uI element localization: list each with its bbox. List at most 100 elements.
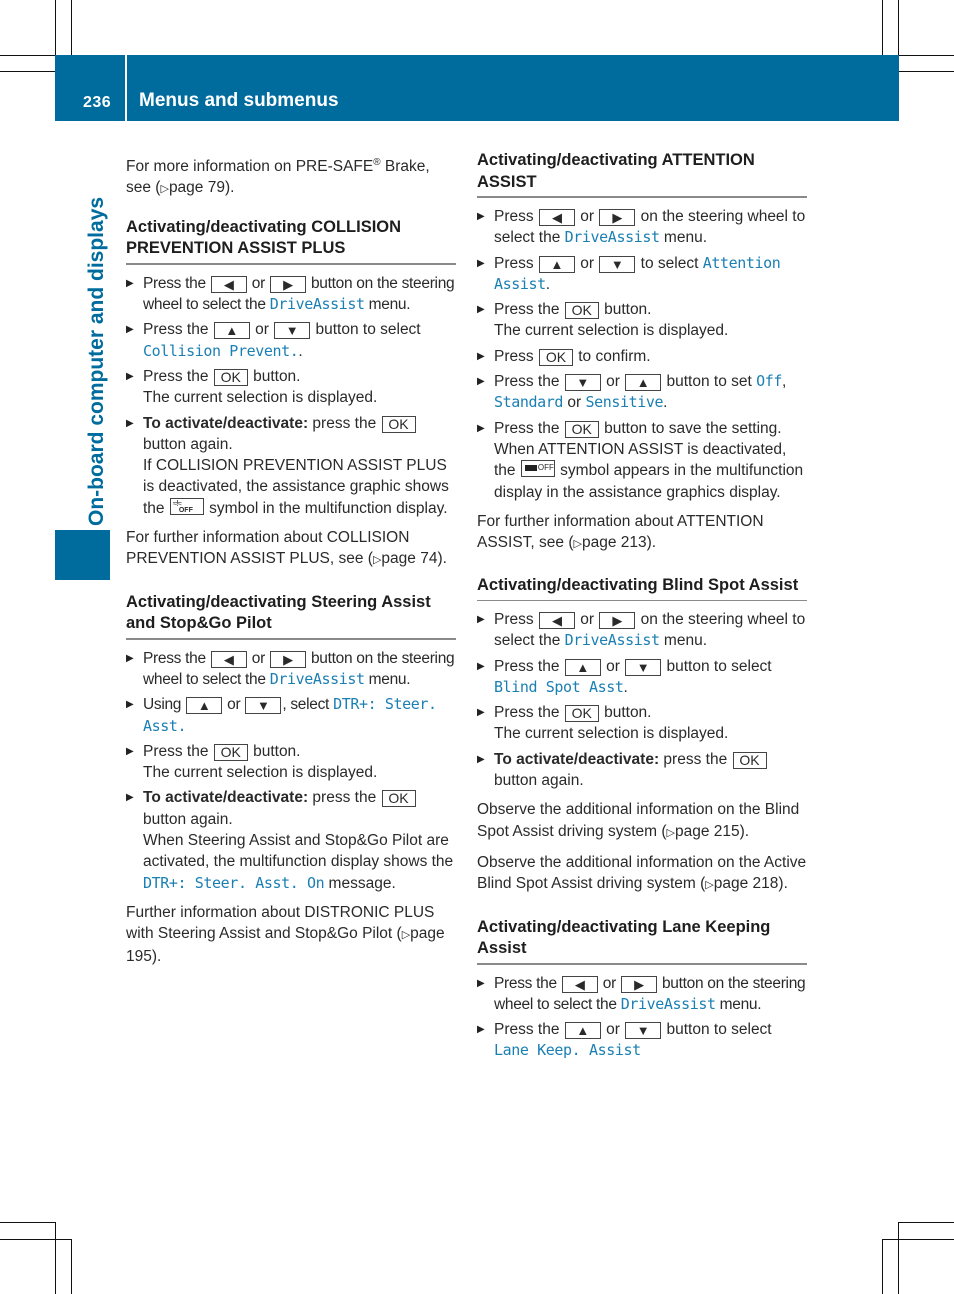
menu-name: DriveAssist <box>269 669 365 688</box>
step-item: Press ▲ or ▼ to select Attention Assist. <box>477 253 807 296</box>
down-arrow-key-icon: ▼ <box>245 697 282 715</box>
menu-name: DriveAssist <box>269 295 365 314</box>
right-arrow-key-icon: ▶ <box>599 611 636 629</box>
step-item: Press the ▲ or ▼ button to select Lane K… <box>477 1019 807 1062</box>
left-arrow-key-icon: ◀ <box>210 650 247 668</box>
menu-item-name: Collision Prevent. <box>143 341 299 360</box>
step-item: To activate/deactivate: press the OK but… <box>477 749 807 792</box>
step-item: Press the OK button to save the setting.… <box>477 418 807 503</box>
right-arrow-key-icon: ▶ <box>620 975 657 993</box>
crop-mark <box>898 1222 954 1223</box>
up-arrow-key-icon: ▲ <box>564 1022 601 1040</box>
down-arrow-key-icon: ▼ <box>625 1022 662 1040</box>
crop-mark <box>71 0 72 55</box>
crop-mark <box>882 1239 954 1240</box>
further-info-note: Observe the additional information on th… <box>477 852 807 897</box>
page-reference-link[interactable]: page 79 <box>160 179 225 196</box>
ok-key-icon: OK <box>381 790 416 808</box>
up-arrow-key-icon: ▲ <box>625 374 662 392</box>
crop-mark <box>898 71 954 72</box>
further-info-note: Further information about DISTRONIC PLUS… <box>126 902 456 968</box>
step-item: Press the OK button.The current selectio… <box>126 741 456 784</box>
ok-key-icon: OK <box>213 743 248 761</box>
menu-name: DriveAssist <box>620 994 716 1013</box>
crop-mark <box>0 1239 71 1240</box>
section-heading: Activating/deactivating Blind Spot Assis… <box>477 575 807 601</box>
crop-mark <box>882 0 883 55</box>
further-info-note: Observe the additional information on th… <box>477 799 807 844</box>
step-item: Press the OK button.The current selectio… <box>126 366 456 409</box>
down-arrow-key-icon: ▼ <box>564 374 601 392</box>
attention-assist-off-icon: OFF <box>520 460 555 478</box>
crop-mark <box>0 71 55 72</box>
section-steering-assist: Activating/deactivating Steering Assist … <box>126 592 456 968</box>
step-item: Press the ◀ or ▶ button on the steering … <box>477 973 807 1016</box>
crop-mark <box>0 55 55 56</box>
step-item: Press ◀ or ▶ on the steering wheel to se… <box>477 609 807 652</box>
section-blind-spot-assist: Activating/deactivating Blind Spot Assis… <box>477 575 807 896</box>
crop-mark <box>0 1222 55 1223</box>
up-arrow-key-icon: ▲ <box>538 255 575 273</box>
setting-option: Sensitive <box>585 393 664 412</box>
left-arrow-key-icon: ◀ <box>210 275 247 293</box>
ok-key-icon: OK <box>732 751 767 769</box>
step-item: Press the ▼ or ▲ button to set Off, Stan… <box>477 371 807 414</box>
step-item: To activate/deactivate: press the OK but… <box>126 787 456 893</box>
ok-key-icon: OK <box>564 705 599 723</box>
up-arrow-key-icon: ▲ <box>186 697 223 715</box>
crop-mark <box>898 55 954 56</box>
left-column: For more information on PRE-SAFE® Brake,… <box>126 152 456 976</box>
page-reference-link[interactable]: page 215 <box>667 823 740 840</box>
ok-key-icon: OK <box>213 368 248 386</box>
section-heading: Activating/deactivating ATTENTION ASSIST <box>477 150 807 198</box>
left-arrow-key-icon: ◀ <box>538 611 575 629</box>
right-arrow-key-icon: ▶ <box>269 275 306 293</box>
crop-mark <box>55 0 56 55</box>
pre-safe-note: For more information on PRE-SAFE® Brake,… <box>126 152 456 201</box>
section-collision-prevention: Activating/deactivating COLLISION PREVEN… <box>126 217 456 572</box>
ok-key-icon: OK <box>564 302 599 320</box>
collision-prevention-off-icon: ≈!≈ OFF <box>169 497 204 515</box>
section-attention-assist: Activating/deactivating ATTENTION ASSIST… <box>477 150 807 555</box>
display-message: DTR+: Steer. Asst. On <box>143 873 325 892</box>
down-arrow-key-icon: ▼ <box>599 255 636 273</box>
further-info-note: For further information about COLLISION … <box>126 527 456 572</box>
right-arrow-key-icon: ▶ <box>599 209 636 226</box>
section-heading: Activating/deactivating Lane Keeping Ass… <box>477 917 807 965</box>
menu-item-name: Lane Keep. Assist <box>494 1041 641 1060</box>
left-arrow-key-icon: ◀ <box>538 209 575 226</box>
section-heading: Activating/deactivating COLLISION PREVEN… <box>126 217 456 265</box>
crop-mark <box>71 1239 72 1294</box>
step-item: Using ▲ or ▼, select DTR+: Steer. Asst. <box>126 694 456 737</box>
crop-mark <box>898 1222 899 1294</box>
menu-name: DriveAssist <box>564 228 660 247</box>
down-arrow-key-icon: ▼ <box>274 322 311 340</box>
page-reference-link[interactable]: page 218 <box>705 875 778 892</box>
up-arrow-key-icon: ▲ <box>213 322 250 340</box>
page-reference-link[interactable]: page 74 <box>373 550 438 567</box>
step-item: Press OK to confirm. <box>477 346 807 367</box>
ok-key-icon: OK <box>538 348 573 366</box>
crop-mark <box>882 1239 883 1294</box>
step-item: Press the ◀ or ▶ button on the steering … <box>126 648 456 691</box>
ok-key-icon: OK <box>564 420 599 438</box>
section-lane-keeping-assist: Activating/deactivating Lane Keeping Ass… <box>477 917 807 1062</box>
right-arrow-key-icon: ▶ <box>269 650 306 668</box>
right-column: Activating/deactivating ATTENTION ASSIST… <box>477 150 807 1070</box>
left-arrow-key-icon: ◀ <box>561 975 598 993</box>
setting-option: Off <box>756 372 783 391</box>
step-item: Press the OK button.The current selectio… <box>477 299 807 342</box>
menu-name: DriveAssist <box>564 631 660 650</box>
page-reference-link[interactable]: page 213 <box>573 534 646 551</box>
crop-mark <box>55 1222 56 1294</box>
section-heading: Activating/deactivating Steering Assist … <box>126 592 456 640</box>
step-item: Press the ▲ or ▼ button to select Collis… <box>126 319 456 362</box>
step-item: To activate/deactivate: press the OK but… <box>126 413 456 519</box>
menu-item-name: Blind Spot Asst <box>494 677 624 696</box>
further-info-note: For further information about ATTENTION … <box>477 511 807 556</box>
down-arrow-key-icon: ▼ <box>625 658 662 676</box>
step-item: Press the ▲ or ▼ button to select Blind … <box>477 656 807 699</box>
header-divider <box>125 55 127 121</box>
step-item: Press the ◀ or ▶ button on the steering … <box>126 273 456 316</box>
step-item: Press ◀ or ▶ on the steering wheel to se… <box>477 206 807 249</box>
